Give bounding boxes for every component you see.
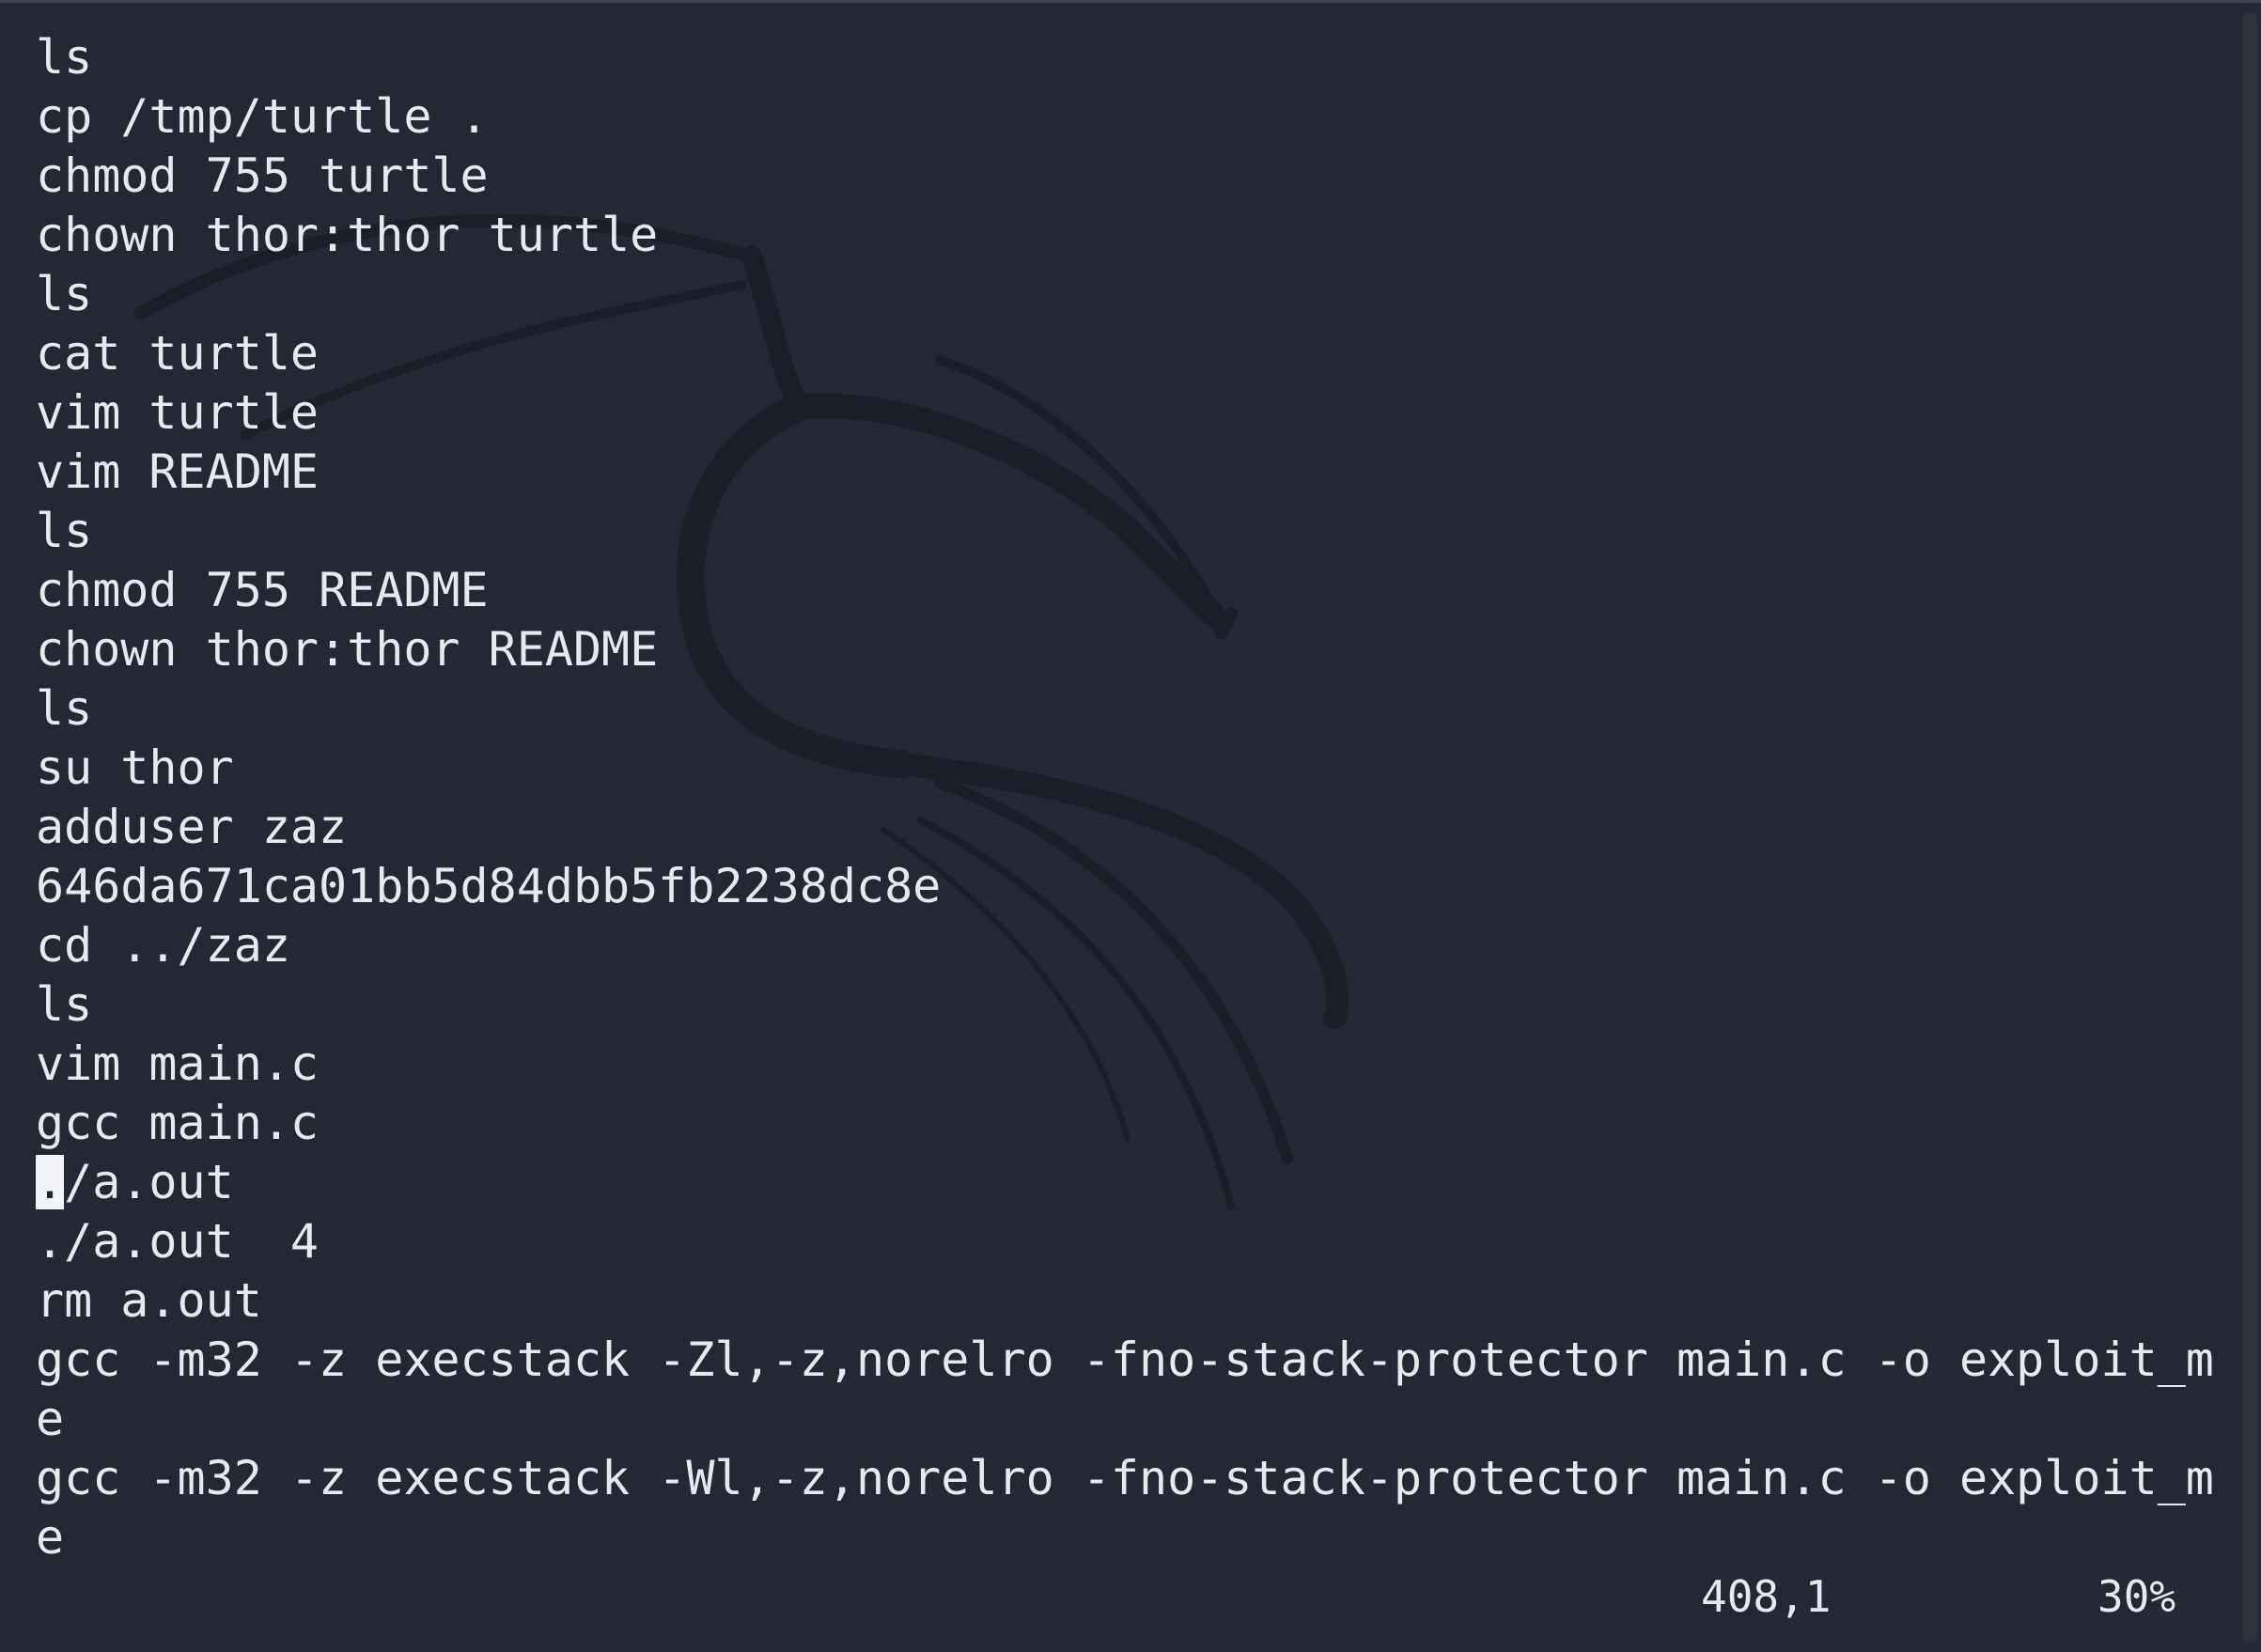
status-line: 408,1 30%: [0, 1567, 2261, 1627]
history-line: ./a.out 4: [36, 1212, 2225, 1271]
history-line: adduser zaz: [36, 798, 2225, 857]
history-line: ls: [36, 28, 2225, 87]
history-line: chown thor:thor turtle: [36, 206, 2225, 265]
history-line: ls: [36, 265, 2225, 324]
history-line: ls: [36, 975, 2225, 1035]
line-text: ls: [36, 30, 93, 85]
line-text: vim turtle: [36, 385, 320, 440]
line-text: ls: [36, 977, 93, 1032]
line-text: chown thor:thor turtle: [36, 208, 659, 262]
line-text: rm a.out: [36, 1273, 262, 1328]
history-line: cp /tmp/turtle .: [36, 87, 2225, 147]
line-text: vim main.c: [36, 1036, 320, 1091]
line-text: gcc main.c: [36, 1096, 320, 1150]
history-line: chmod 755 README: [36, 561, 2225, 620]
line-text: ls: [36, 504, 93, 558]
history-line: ls: [36, 679, 2225, 739]
line-text: ./a.out 4: [36, 1214, 320, 1269]
history-line: vim README: [36, 443, 2225, 502]
history-line: chmod 755 turtle: [36, 147, 2225, 206]
history-line: rm a.out: [36, 1271, 2225, 1331]
history-line: cd ../zaz: [36, 916, 2225, 975]
history-line: ls: [36, 502, 2225, 561]
line-text: e: [36, 1510, 65, 1565]
history-line: e: [36, 1390, 2225, 1449]
line-text: ls: [36, 681, 93, 736]
line-text: chmod 755 README: [36, 563, 489, 617]
history-text[interactable]: ls cp /tmp/turtle . chmod 755 turtle chown …: [36, 28, 2225, 1567]
line-text: gcc -m32 -z execstack -Zl,-z,norelro -fn…: [36, 1333, 2214, 1387]
line-text: cd ../zaz: [36, 918, 290, 973]
scroll-percent: 30%: [2097, 1571, 2176, 1622]
history-line: gcc main.c: [36, 1094, 2225, 1153]
line-text: ls: [36, 267, 93, 321]
cursor-position: 408,1: [1701, 1571, 1832, 1622]
history-line: vim main.c: [36, 1035, 2225, 1094]
line-text: 646da671ca01bb5d84dbb5fb2238dc8e: [36, 859, 942, 913]
history-line: e: [36, 1508, 2225, 1567]
line-text: su thor: [36, 740, 234, 795]
line-text: vim README: [36, 444, 320, 499]
line-text: /a.out: [64, 1155, 234, 1209]
terminal-window[interactable]: ls cp /tmp/turtle . chmod 755 turtle chown …: [0, 0, 2261, 1652]
text-cursor: .: [36, 1155, 65, 1209]
history-line: vim turtle: [36, 383, 2225, 443]
history-line: ./a.out: [36, 1153, 2225, 1212]
line-text: chown thor:thor README: [36, 622, 659, 677]
history-line: 646da671ca01bb5d84dbb5fb2238dc8e: [36, 857, 2225, 916]
line-text: cat turtle: [36, 326, 320, 381]
line-text: chmod 755 turtle: [36, 148, 489, 203]
history-line: gcc -m32 -z execstack -Wl,-z,norelro -fn…: [36, 1449, 2225, 1508]
line-text: e: [36, 1392, 65, 1446]
line-text: cp /tmp/turtle .: [36, 89, 489, 144]
history-line: chown thor:thor README: [36, 620, 2225, 679]
history-line: cat turtle: [36, 324, 2225, 383]
line-text: adduser zaz: [36, 800, 348, 854]
line-text: gcc -m32 -z execstack -Wl,-z,norelro -fn…: [36, 1451, 2214, 1505]
scrollbar[interactable]: [2242, 12, 2257, 1643]
history-line: su thor: [36, 739, 2225, 798]
history-line: gcc -m32 -z execstack -Zl,-z,norelro -fn…: [36, 1331, 2225, 1390]
